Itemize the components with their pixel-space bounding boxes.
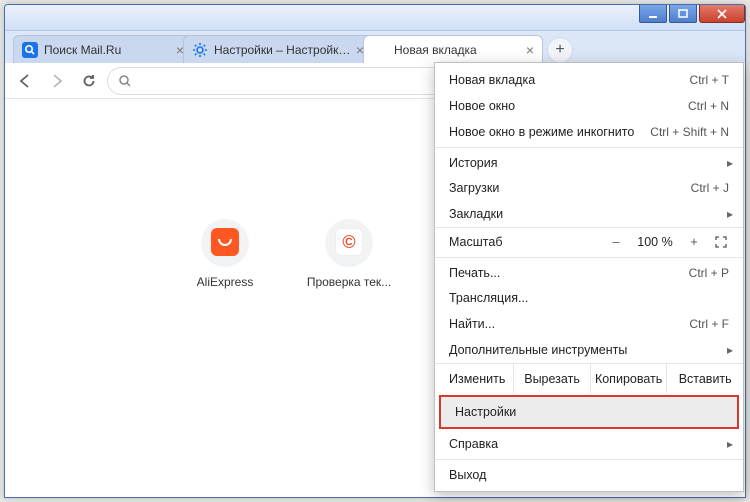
zoom-out-button[interactable]: – (607, 235, 625, 249)
settings-highlight-annotation: Настройки (439, 395, 739, 429)
back-button[interactable] (11, 67, 39, 95)
tab-mail-ru[interactable]: Поиск Mail.Ru × (13, 35, 193, 63)
close-tab-icon[interactable]: × (526, 42, 534, 58)
new-tab-button[interactable]: + (547, 37, 573, 63)
menu-item-edit-row: Изменить Вырезать Копировать Вставить (435, 363, 743, 393)
menu-item-help[interactable]: Справка▸ (435, 431, 743, 457)
gear-icon (192, 42, 208, 58)
menu-item-zoom: Масштаб – 100 % + (435, 227, 743, 255)
shortcut-label: AliExpress (197, 275, 254, 289)
window-maximize-button[interactable] (669, 5, 697, 23)
submenu-arrow-icon: ▸ (727, 437, 733, 451)
menu-item-cast[interactable]: Трансляция... (435, 285, 743, 311)
menu-item-print[interactable]: Печать...Ctrl + P (435, 257, 743, 285)
mail-search-icon (22, 42, 38, 58)
menu-item-new-tab[interactable]: Новая вкладкаCtrl + T (435, 67, 743, 93)
menu-item-history[interactable]: История▸ (435, 147, 743, 175)
menu-item-downloads[interactable]: ЗагрузкиCtrl + J (435, 175, 743, 201)
edit-label: Изменить (435, 364, 514, 393)
aliexpress-icon (211, 228, 239, 256)
menu-item-new-window[interactable]: Новое окноCtrl + N (435, 93, 743, 119)
submenu-arrow-icon: ▸ (727, 343, 733, 357)
window-titlebar[interactable] (5, 5, 745, 31)
menu-item-exit[interactable]: Выход (435, 459, 743, 487)
shortcut-label: Проверка тек... (307, 275, 391, 289)
tab-title: Новая вкладка (394, 43, 522, 57)
menu-item-bookmarks[interactable]: Закладки▸ (435, 201, 743, 227)
reload-button[interactable] (75, 67, 103, 95)
menu-item-incognito[interactable]: Новое окно в режиме инкогнитоCtrl + Shif… (435, 119, 743, 145)
shortcut-textcheck[interactable]: © Проверка тек... (309, 219, 389, 289)
forward-button[interactable] (43, 67, 71, 95)
window-close-button[interactable] (699, 5, 745, 23)
search-icon (118, 74, 132, 88)
fullscreen-icon[interactable] (713, 236, 729, 248)
chrome-main-menu: Новая вкладкаCtrl + T Новое окноCtrl + N… (434, 62, 744, 492)
copyright-icon: © (335, 228, 363, 256)
tab-strip: Поиск Mail.Ru × Настройки – Настройки са… (5, 31, 745, 63)
menu-item-more-tools[interactable]: Дополнительные инструменты▸ (435, 337, 743, 363)
blank-favicon (372, 42, 388, 58)
edit-copy-button[interactable]: Копировать (591, 364, 668, 393)
zoom-in-button[interactable]: + (685, 235, 703, 249)
submenu-arrow-icon: ▸ (727, 207, 733, 221)
tab-newtab[interactable]: Новая вкладка × (363, 35, 543, 63)
tab-settings[interactable]: Настройки – Настройки сайта × (183, 35, 373, 63)
zoom-value: 100 % (635, 235, 675, 249)
tab-title: Поиск Mail.Ru (44, 43, 172, 57)
edit-cut-button[interactable]: Вырезать (514, 364, 591, 393)
window-minimize-button[interactable] (639, 5, 667, 23)
menu-item-find[interactable]: Найти...Ctrl + F (435, 311, 743, 337)
menu-item-settings[interactable]: Настройки (441, 397, 737, 427)
submenu-arrow-icon: ▸ (727, 156, 733, 170)
edit-paste-button[interactable]: Вставить (667, 364, 743, 393)
shortcut-aliexpress[interactable]: AliExpress (185, 219, 265, 289)
tab-title: Настройки – Настройки сайта (214, 43, 352, 57)
